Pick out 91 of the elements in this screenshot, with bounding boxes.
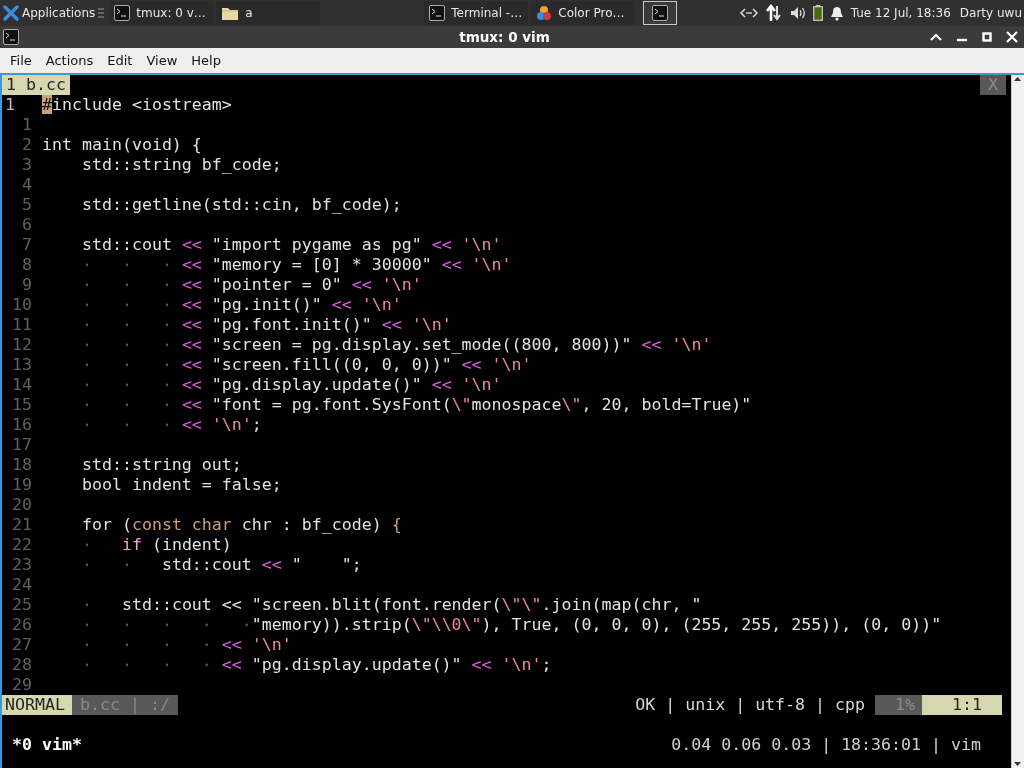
mouse-logo-icon bbox=[3, 5, 19, 21]
volume-icon[interactable] bbox=[789, 6, 806, 20]
line-number: 29 bbox=[11, 675, 33, 695]
line-number: 12 bbox=[11, 335, 33, 355]
line-number: 23 bbox=[11, 555, 33, 575]
line-number: 26 bbox=[11, 615, 33, 635]
menu-item[interactable]: Help bbox=[185, 53, 227, 68]
line-number: 22 bbox=[11, 535, 33, 555]
code-line: · if (indent) bbox=[80, 535, 233, 555]
line-number: 28 bbox=[11, 655, 33, 675]
line-number: 17 bbox=[11, 435, 33, 455]
line-number: 10 bbox=[11, 295, 33, 315]
menu-item[interactable]: View bbox=[140, 53, 184, 68]
line-number: 16 bbox=[11, 415, 33, 435]
code-line: int main(void) { bbox=[42, 135, 203, 155]
menu-item[interactable]: File bbox=[4, 53, 38, 68]
maximize-icon[interactable] bbox=[982, 32, 992, 42]
menu-item[interactable]: Actions bbox=[39, 53, 100, 68]
code-line: · · · << "memory = [0] * 30000" << '\n' bbox=[80, 255, 513, 275]
battery-icon[interactable] bbox=[812, 5, 823, 21]
applications-menu[interactable]: Applications bbox=[0, 0, 107, 26]
code-line: · · · << "pointer = 0" << '\n' bbox=[80, 275, 423, 295]
taskbar-button[interactable]: tmux: 0 v… bbox=[109, 1, 214, 25]
code-line: std::string bf_code; bbox=[80, 155, 283, 175]
transfer-arrows-icon[interactable] bbox=[764, 4, 783, 22]
line-number: 1 bbox=[4, 95, 16, 115]
taskbar-button[interactable] bbox=[643, 1, 678, 25]
line-number: 25 bbox=[11, 595, 33, 615]
menu-icon bbox=[98, 8, 105, 18]
line-number: 6 bbox=[21, 215, 33, 235]
buffer-tab[interactable]: 1 b.cc bbox=[2, 75, 70, 95]
code-line: #include <iostream> bbox=[42, 95, 233, 115]
line-number: 2 bbox=[21, 135, 33, 155]
tmux-status: 0.04 0.06 0.03 | 18:36:01 | vim bbox=[671, 735, 981, 755]
cursor-position: 1:1 bbox=[922, 695, 1002, 715]
line-number: 8 bbox=[21, 255, 33, 275]
taskbar-button[interactable]: a bbox=[216, 1, 321, 25]
line-number: 20 bbox=[11, 495, 33, 515]
code-line: · · · << "pg.init()" << '\n' bbox=[80, 295, 403, 315]
line-number: 9 bbox=[21, 275, 33, 295]
code-line: · · · << "pg.display.update()" << '\n' bbox=[80, 375, 503, 395]
shade-icon[interactable] bbox=[930, 32, 942, 42]
scrollbar[interactable] bbox=[1011, 75, 1024, 768]
line-number: 1 bbox=[21, 115, 33, 135]
tmux-window-label[interactable]: *0 vim* bbox=[12, 735, 82, 755]
menu-item[interactable]: Edit bbox=[101, 53, 139, 68]
line-number: 13 bbox=[11, 355, 33, 375]
taskbar-button[interactable]: Terminal -… bbox=[424, 1, 529, 25]
color-wheel-icon bbox=[536, 5, 553, 21]
terminal-icon bbox=[429, 5, 446, 21]
code-line: · · · << "font = pg.font.SysFont(\"monospace\", 20, bold=True)" bbox=[80, 395, 753, 415]
taskbar-button[interactable]: Color Pro… bbox=[531, 1, 636, 25]
line-number: 18 bbox=[11, 455, 33, 475]
code-line: for (const char chr : bf_code) { bbox=[80, 515, 403, 535]
line-number: 21 bbox=[11, 515, 33, 535]
bell-icon[interactable] bbox=[829, 5, 844, 21]
line-number: 15 bbox=[11, 395, 33, 415]
close-icon[interactable] bbox=[1006, 31, 1018, 43]
code-line: · · · · << "pg.display.update()" << '\n'; bbox=[80, 655, 553, 675]
code-line: · · · · ·"memory)).strip(\"\\0\"), True, (0, 0, 0), (255, 255, 255)), (0, 0))" bbox=[80, 615, 943, 635]
line-number: 3 bbox=[21, 155, 33, 175]
code-line: · · std::cout << " "; bbox=[80, 555, 363, 575]
line-number: 24 bbox=[11, 575, 33, 595]
terminal-icon bbox=[3, 29, 19, 45]
code-line: · · · << '\n'; bbox=[80, 415, 263, 435]
network-icon[interactable] bbox=[739, 7, 758, 19]
code-line: std::getline(std::cin, bf_code); bbox=[80, 195, 403, 215]
code-line: · std::cout << "screen.blit(font.render(\"\".join(map(chr, " bbox=[80, 595, 703, 615]
line-number: 11 bbox=[11, 315, 33, 335]
window-title: tmux: 0 vim bbox=[458, 29, 551, 45]
file-info: OK | unix | utf-8 | cpp bbox=[635, 695, 867, 715]
clock-text[interactable]: Tue 12 Jul, 18:36 bbox=[850, 6, 951, 20]
code-line: bool indent = false; bbox=[80, 475, 283, 495]
code-line: std::string out; bbox=[80, 455, 243, 475]
code-line: · · · << "pg.font.init()" << '\n' bbox=[80, 315, 453, 335]
terminal-icon bbox=[114, 5, 131, 21]
line-number: 27 bbox=[11, 635, 33, 655]
code-line: · · · · << '\n' bbox=[80, 635, 293, 655]
code-line: std::cout << "import pygame as pg" << '\n' bbox=[80, 235, 503, 255]
line-number: 5 bbox=[21, 195, 33, 215]
line-number: 4 bbox=[21, 175, 33, 195]
line-number: 7 bbox=[21, 235, 33, 255]
terminal-icon bbox=[652, 5, 669, 21]
user-name[interactable]: Darty uwu bbox=[959, 6, 1022, 20]
line-number: 14 bbox=[11, 375, 33, 395]
line-number: 19 bbox=[11, 475, 33, 495]
code-line: · · · << "screen = pg.display.set_mode((800, 800))" << '\n' bbox=[80, 335, 713, 355]
mode-indicator: NORMAL bbox=[2, 695, 72, 715]
code-line: · · · << "screen.fill((0, 0, 0))" << '\n' bbox=[80, 355, 533, 375]
folder-icon bbox=[221, 5, 240, 21]
scroll-down-icon[interactable] bbox=[1012, 760, 1023, 768]
